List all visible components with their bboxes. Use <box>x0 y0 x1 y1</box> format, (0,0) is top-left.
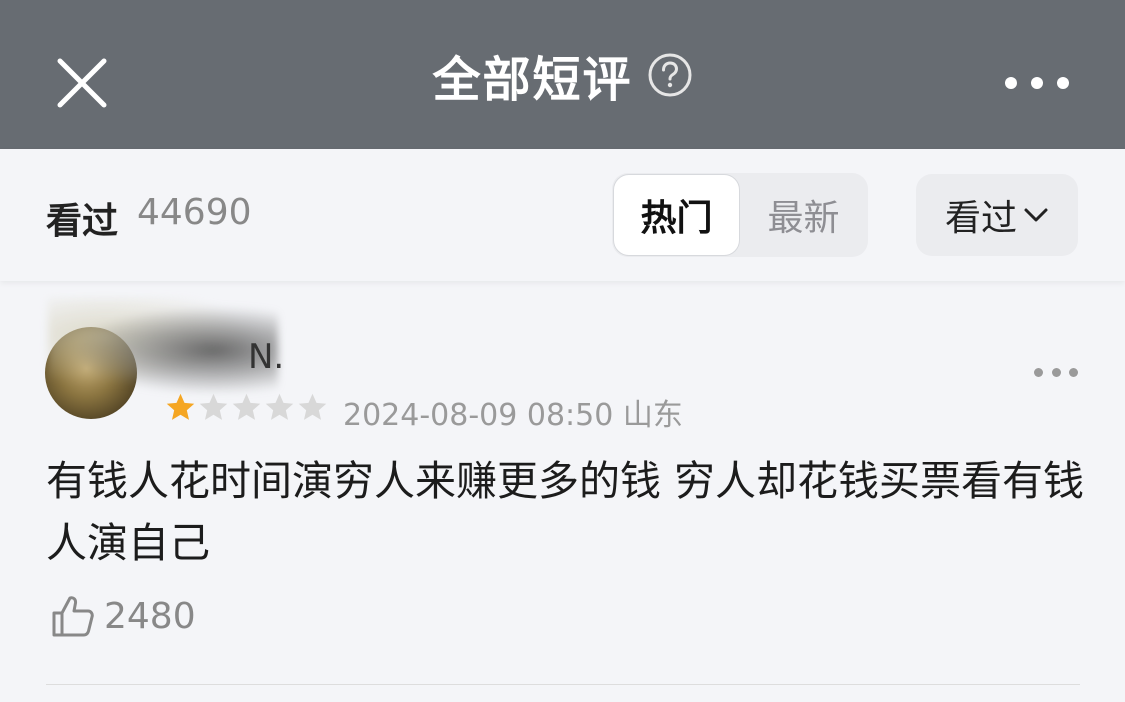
star-empty-icon <box>199 393 228 420</box>
more-dot <box>1034 367 1043 377</box>
star-rating <box>164 391 329 424</box>
more-options-button[interactable] <box>1005 68 1069 98</box>
tab-hot[interactable]: 热门 <box>613 174 740 256</box>
question-circle-icon[interactable] <box>647 52 693 98</box>
page-title: 全部短评 <box>432 51 633 108</box>
more-dot <box>1057 77 1069 89</box>
tab-latest[interactable]: 最新 <box>740 174 867 256</box>
username[interactable]: N. <box>248 337 284 377</box>
status-dropdown[interactable]: 看过 <box>916 174 1078 256</box>
like-button[interactable]: 2480 <box>50 590 196 642</box>
close-icon <box>57 58 107 108</box>
star-empty-icon <box>298 393 327 420</box>
like-count: 2480 <box>104 595 196 637</box>
divider <box>46 684 1080 685</box>
more-dot <box>1069 367 1078 377</box>
review-date: 2024-08-09 08:50 <box>343 398 614 433</box>
review-location: 山东 <box>622 398 683 433</box>
review-more-button[interactable] <box>1034 364 1078 380</box>
review-text: 有钱人花时间演穷人来赚更多的钱 穷人却花钱买票看有钱人演自己 <box>46 457 1085 567</box>
more-dot <box>1005 77 1017 89</box>
star-empty-icon <box>232 393 261 420</box>
watched-count: 44690 <box>137 192 252 233</box>
chevron-down-icon <box>1024 208 1048 222</box>
star-empty-icon <box>265 393 294 420</box>
status-dropdown-label: 看过 <box>944 198 1017 239</box>
more-dot <box>1051 367 1061 377</box>
thumbs-up-icon <box>52 596 94 637</box>
watched-label: 看过 <box>46 201 119 242</box>
star-filled-icon <box>166 393 195 420</box>
redacted-username-blur <box>48 298 278 393</box>
close-button[interactable] <box>54 55 110 111</box>
review-meta: 2024-08-09 08:50 山东 <box>343 390 683 434</box>
more-dot <box>1031 77 1043 89</box>
